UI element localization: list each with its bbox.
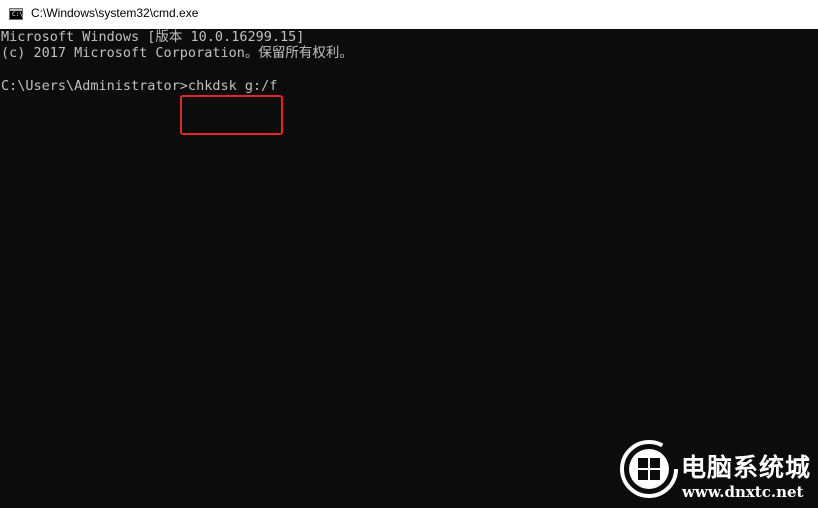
window-title: C:\Windows\system32\cmd.exe <box>31 6 199 20</box>
watermark-name: 电脑系统城 <box>681 453 812 482</box>
cmd-icon: C:\ <box>9 8 23 20</box>
watermark: 电脑系统城 www.dnxtc.net <box>620 440 818 506</box>
command-highlight <box>180 95 283 135</box>
title-bar[interactable]: C:\ C:\Windows\system32\cmd.exe <box>0 0 818 29</box>
cmd-window: C:\ C:\Windows\system32\cmd.exe Microsof… <box>0 0 818 508</box>
watermark-url: www.dnxtc.net <box>682 483 804 501</box>
console-line: Microsoft Windows [版本 10.0.16299.15] <box>1 29 305 45</box>
windows-logo-icon <box>620 440 678 498</box>
console-line: (c) 2017 Microsoft Corporation。保留所有权利。 <box>1 45 353 61</box>
console-output[interactable]: Microsoft Windows [版本 10.0.16299.15] (c)… <box>0 29 818 508</box>
command-prompt-line: C:\Users\Administrator>chkdsk g:/f <box>1 78 278 94</box>
